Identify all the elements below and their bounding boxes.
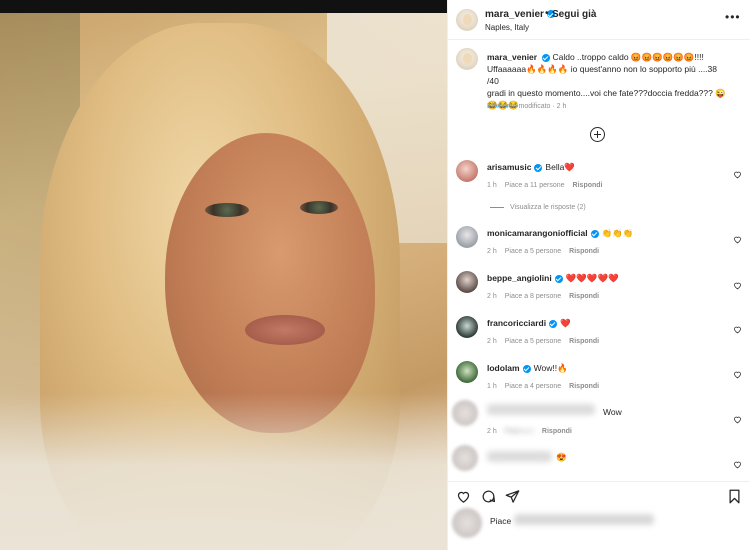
likes-summary[interactable]: Piace [490,516,511,526]
comment-likes[interactable]: Piace a 5 persone [505,338,561,345]
verified-badge-icon [590,229,599,238]
comment-likes[interactable]: Piace a 4 persone [505,383,561,390]
comment-username[interactable]: arisamusic [487,162,531,172]
comment-username[interactable]: monicamarangoniofficial [487,228,588,238]
view-replies-button[interactable]: Visualizza le risposte (2) [490,204,586,211]
follow-button[interactable]: Segui già [552,9,596,20]
save-bookmark-icon[interactable] [727,489,742,504]
verified-badge-icon [522,364,531,373]
comment-meta: 2 h Piace a 1 Rispondi [487,428,580,435]
comment-time[interactable]: 2 h [487,293,497,300]
like-comment-heart-icon[interactable] [733,166,742,179]
reply-button[interactable]: Rispondi [569,383,599,390]
comment-avatar[interactable] [452,400,478,426]
like-comment-heart-icon[interactable] [733,366,742,379]
caption-line-2: Uffaaaaaa🔥🔥🔥🔥 io quest'anno non lo soppo… [487,64,717,86]
comment-avatar[interactable] [456,226,478,248]
liker-avatar[interactable] [452,508,482,538]
comment-text: 👏👏👏 [601,228,634,238]
comment-avatar[interactable] [456,316,478,338]
caption-line-3: gradi in questo momento....voi che fate?… [487,88,726,98]
comment-row: monicamarangoniofficial 👏👏👏 [487,228,633,239]
load-more-comments-icon[interactable] [590,127,605,142]
comment-row: arisamusic Bella❤️ [487,162,575,173]
comment-row: lodolam Wow!!🔥 [487,363,568,374]
author-avatar[interactable] [456,9,478,31]
blurred-likes-text [514,514,654,525]
comment-row: beppe_angiolini ❤️❤️❤️❤️❤️ [487,273,619,284]
caption-line-1: Caldo ..troppo caldo 😡😡😡😡😡😡!!!! [552,52,704,62]
comment-time[interactable]: 1 h [487,182,497,189]
comment-likes[interactable]: Piace a 8 persone [505,293,561,300]
comment-username[interactable]: francoricciardi [487,318,546,328]
reply-button[interactable]: Rispondi [569,293,599,300]
comment-row: francoricciardi ❤️ [487,318,571,329]
actions-divider [448,481,750,482]
reply-button[interactable]: Rispondi [573,182,603,189]
comment-row: 😍 [553,452,567,463]
comment-time[interactable]: 2 h [487,428,497,435]
reply-button[interactable]: Rispondi [542,428,572,435]
comment-text: ❤️❤️❤️❤️❤️ [565,273,619,283]
post-photo[interactable] [0,13,447,550]
comment-meta: 2 h Piace a 5 persone Rispondi [487,248,607,255]
reply-button[interactable]: Rispondi [569,248,599,255]
comment-meta: 2 h Piace a 5 persone Rispondi [487,338,607,345]
verified-badge-icon [542,53,551,62]
share-send-icon[interactable] [505,489,520,504]
caption-meta: Elemento modificato · 2 h [487,103,567,110]
comment-time[interactable]: 2 h [487,338,497,345]
caption-author[interactable]: mara_venier [487,52,537,62]
comment-bubble-icon[interactable] [481,489,496,504]
like-comment-heart-icon[interactable] [733,456,742,469]
like-heart-icon[interactable] [456,489,471,504]
comment-meta: 1 h Piace a 11 persone Rispondi [487,182,611,189]
post-location[interactable]: Naples, Italy [485,23,529,32]
comment-row: Wow [600,407,622,417]
post-caption: mara_venier Caldo ..troppo caldo 😡😡😡😡😡😡!… [487,51,727,111]
comment-likes[interactable]: Piace a 11 persone [505,182,565,189]
comment-likes[interactable]: Piace a 5 persone [505,248,561,255]
verified-badge-icon [549,319,558,328]
comment-text: Wow!!🔥 [533,363,568,373]
comment-avatar[interactable] [456,271,478,293]
comment-text: 😍 [556,452,567,462]
caption-avatar[interactable] [456,48,478,70]
comment-text: Bella❤️ [545,162,575,172]
comment-time[interactable]: 2 h [487,248,497,255]
like-comment-heart-icon[interactable] [733,231,742,244]
blurred-username [487,404,595,415]
comment-meta: 1 h Piace a 4 persone Rispondi [487,383,607,390]
header-separator: • [545,8,549,19]
comment-time[interactable]: 1 h [487,383,497,390]
like-comment-heart-icon[interactable] [733,277,742,290]
comment-text: Wow [603,407,622,417]
comment-text: ❤️ [560,318,571,328]
comment-username[interactable]: beppe_angiolini [487,273,552,283]
comment-avatar[interactable] [452,445,478,471]
comment-username[interactable]: lodolam [487,363,520,373]
comment-avatar[interactable] [456,160,478,182]
comment-meta: 2 h Piace a 8 persone Rispondi [487,293,607,300]
comment-likes[interactable]: Piace a 1 [505,428,534,435]
verified-badge-icon [554,274,563,283]
blurred-username [487,451,552,462]
like-comment-heart-icon[interactable] [733,321,742,334]
like-comment-heart-icon[interactable] [733,411,742,424]
reply-button[interactable]: Rispondi [569,338,599,345]
more-options-icon[interactable]: ••• [725,10,741,24]
post-actions-bar [455,489,745,505]
header-divider [448,39,750,40]
comment-avatar[interactable] [456,361,478,383]
verified-badge-icon [534,163,543,172]
